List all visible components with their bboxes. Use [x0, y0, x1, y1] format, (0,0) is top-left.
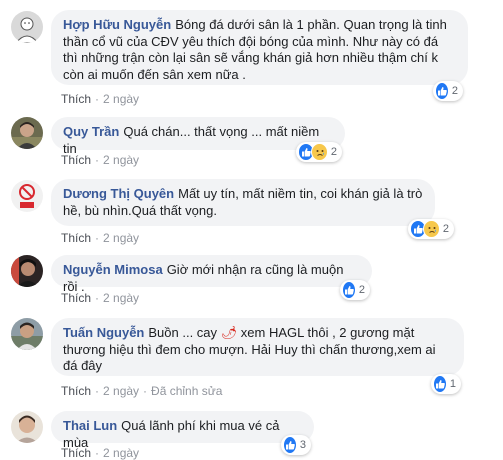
reaction-count: 2 — [442, 223, 449, 235]
reaction-summary[interactable]: 2 — [296, 142, 342, 162]
like-icon — [435, 82, 449, 100]
comment-author[interactable]: Nguyễn Mimosa — [63, 262, 163, 277]
avatar-image — [11, 318, 43, 350]
like-icon — [342, 281, 356, 299]
comment-actions: Thích · 2 ngày — [61, 231, 139, 245]
separator: · — [95, 384, 100, 398]
comment-time[interactable]: 2 ngày — [103, 384, 139, 398]
like-link[interactable]: Thích — [61, 446, 91, 460]
reaction-count: 2 — [451, 85, 458, 97]
separator: · — [143, 384, 148, 398]
like-link[interactable]: Thích — [61, 92, 91, 106]
avatar-image — [11, 411, 43, 443]
comment-actions: Thích · 2 ngày — [61, 446, 139, 460]
like-icon — [433, 375, 447, 393]
comment-bubble: Hợp Hữu Nguyễn Bóng đá dưới sân là 1 phần… — [51, 10, 468, 85]
comment-time[interactable]: 2 ngày — [103, 446, 139, 460]
separator: · — [95, 153, 100, 167]
avatar[interactable] — [11, 318, 43, 350]
comment-author[interactable]: Thai Lun — [63, 418, 117, 433]
comment-list: Hợp Hữu Nguyễn Bóng đá dưới sân là 1 phần… — [0, 0, 503, 460]
avatar[interactable] — [11, 255, 43, 287]
avatar-image — [11, 255, 43, 287]
comment-actions: Thích · 2 ngày — [61, 153, 139, 167]
like-link[interactable]: Thích — [61, 384, 91, 398]
comment-bubble: Nguyễn Mimosa Giờ mới nhận ra cũng là muộ… — [51, 255, 372, 294]
avatar[interactable] — [11, 11, 43, 43]
reaction-count: 2 — [358, 284, 365, 296]
reaction-summary[interactable]: 1 — [431, 374, 461, 394]
chili-pepper-emoji: 🌶 — [220, 325, 238, 340]
comment-actions: Thích · 2 ngày · Đã chỉnh sửa — [61, 384, 222, 398]
avatar-image — [11, 117, 43, 149]
comment-bubble: Dương Thị Quyên Mất uy tín, mất niềm tin,… — [51, 179, 435, 226]
comment-bubble: Tuấn Nguyễn Buồn ... cay 🌶 xem HAGL thôi … — [51, 318, 464, 376]
comment-author[interactable]: Tuấn Nguyễn — [63, 325, 144, 340]
like-link[interactable]: Thích — [61, 231, 91, 245]
comment-author[interactable]: Quy Trần — [63, 124, 119, 139]
comment-text-start: Buồn ... cay — [148, 325, 218, 340]
reaction-summary[interactable]: 2 — [433, 81, 463, 101]
reaction-count: 3 — [299, 439, 306, 451]
reaction-summary[interactable]: 2 — [340, 280, 370, 300]
comment-actions: Thích · 2 ngày — [61, 92, 139, 106]
comment-bubble: Thai Lun Quá lãnh phí khi mua vé cả mùa — [51, 411, 314, 450]
avatar-image — [11, 180, 43, 212]
avatar[interactable] — [11, 180, 43, 212]
reaction-summary[interactable]: 3 — [281, 435, 311, 455]
reaction-count: 2 — [330, 146, 337, 158]
like-icon — [283, 436, 297, 454]
comment-actions: Thích · 2 ngày — [61, 291, 139, 305]
avatar[interactable] — [11, 411, 43, 443]
comment-time[interactable]: 2 ngày — [103, 92, 139, 106]
reaction-count: 1 — [449, 378, 456, 390]
comment-time[interactable]: 2 ngày — [103, 153, 139, 167]
comment-author[interactable]: Dương Thị Quyên — [63, 186, 174, 201]
like-link[interactable]: Thích — [61, 153, 91, 167]
separator: · — [95, 92, 100, 106]
reaction-summary[interactable]: 2 — [408, 219, 454, 239]
like-link[interactable]: Thích — [61, 291, 91, 305]
sad-icon — [311, 143, 328, 161]
edited-label[interactable]: Đã chỉnh sửa — [151, 384, 222, 398]
separator: · — [95, 231, 100, 245]
separator: · — [95, 291, 100, 305]
avatar-image — [11, 11, 43, 43]
separator: · — [95, 446, 100, 460]
sad-icon — [423, 220, 440, 238]
avatar[interactable] — [11, 117, 43, 149]
comment-time[interactable]: 2 ngày — [103, 231, 139, 245]
comment-author[interactable]: Hợp Hữu Nguyễn — [63, 17, 171, 32]
comment-time[interactable]: 2 ngày — [103, 291, 139, 305]
